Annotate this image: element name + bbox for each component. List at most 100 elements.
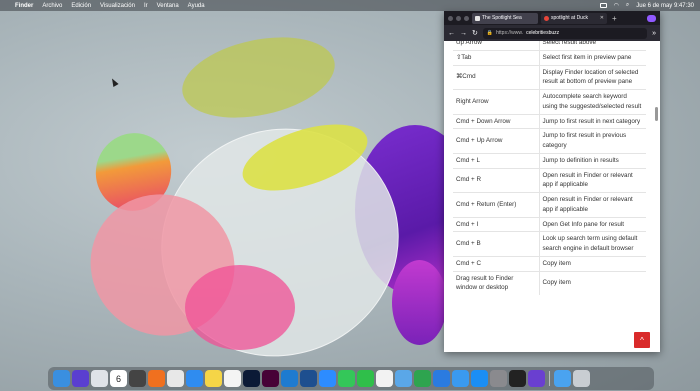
dock-xd-icon[interactable] bbox=[262, 370, 279, 387]
shortcut-description: Open Get Info pane for result bbox=[538, 216, 646, 232]
dock-notes-icon[interactable] bbox=[205, 370, 222, 387]
shortcut-key: Cmd + L bbox=[453, 152, 539, 168]
spotlight-icon[interactable]: ⌕ bbox=[626, 2, 629, 9]
dock-imovie-icon[interactable] bbox=[528, 370, 545, 387]
battery-icon[interactable] bbox=[599, 3, 607, 8]
shortcut-key: Right Arrow bbox=[453, 89, 539, 114]
tab-spotlight-search[interactable]: The Spotlight Sea bbox=[472, 12, 538, 24]
scrollbar-thumb[interactable] bbox=[655, 107, 658, 121]
shortcut-key: ⇧Tab bbox=[453, 49, 539, 65]
dock-mail-icon[interactable] bbox=[452, 370, 469, 387]
shortcut-description: Jump to first result in previous categor… bbox=[538, 128, 646, 154]
dock-numbers-icon[interactable] bbox=[414, 370, 431, 387]
shortcut-description: Look up search term using default search… bbox=[538, 231, 646, 257]
dock-facetime-icon[interactable] bbox=[357, 370, 374, 387]
status-area: ◠ ⌕ Jue 6 de may 9:47:30 bbox=[599, 2, 694, 9]
dock-app-store-icon[interactable] bbox=[471, 370, 488, 387]
menu-visualizacion[interactable]: Visualización bbox=[100, 3, 135, 9]
shortcut-key: Cmd + R bbox=[453, 167, 539, 193]
shortcut-description: Copy item bbox=[538, 255, 646, 271]
dock-safari-icon[interactable] bbox=[186, 370, 203, 387]
table-row: Cmd + R Open result in Finder or relevant… bbox=[453, 167, 646, 193]
dock-downloads-icon[interactable] bbox=[554, 370, 571, 387]
tab-duckduckgo[interactable]: spotlight at Duck ✕ bbox=[541, 12, 607, 24]
table-row: Cmd + C Copy item bbox=[453, 255, 646, 271]
dock-system-preferences-icon[interactable] bbox=[490, 370, 507, 387]
menu-archivo[interactable]: Archivo bbox=[42, 3, 62, 9]
arrow-up-icon: ^ bbox=[640, 335, 644, 345]
dock-finder-icon[interactable] bbox=[53, 370, 70, 387]
shortcuts-table: Up Arrow Select result above ⇧Tab Select fi… bbox=[453, 41, 646, 295]
shortcut-description: Open result in Finder or relevant app if… bbox=[538, 192, 646, 217]
zoom-window-button[interactable] bbox=[464, 15, 469, 21]
page-content: Up Arrow Select result above ⇧Tab Select fi… bbox=[444, 41, 660, 352]
url-host: celebritiesbuzz bbox=[526, 30, 560, 36]
forward-arrow-icon[interactable]: → bbox=[460, 30, 467, 37]
overflow-menu-icon[interactable]: » bbox=[652, 30, 656, 37]
dock-photoshop-icon[interactable] bbox=[243, 370, 260, 387]
back-to-top-button[interactable]: ^ bbox=[634, 332, 650, 348]
dock-reminders-icon[interactable] bbox=[224, 370, 241, 387]
shortcut-description: Copy item bbox=[538, 270, 646, 295]
wallpaper-disc-yellow bbox=[174, 24, 343, 131]
menu-edicion[interactable]: Edición bbox=[71, 3, 91, 9]
dock-calendar-icon[interactable]: 6 bbox=[110, 370, 127, 387]
site-favicon-icon bbox=[475, 15, 480, 21]
close-window-button[interactable] bbox=[448, 15, 453, 21]
shortcut-key: Cmd + Up Arrow bbox=[453, 128, 539, 154]
menu-ayuda[interactable]: Ayuda bbox=[188, 3, 205, 9]
shortcut-key: Cmd + B bbox=[453, 231, 539, 257]
close-tab-icon[interactable]: ✕ bbox=[600, 15, 604, 21]
minimize-window-button[interactable] bbox=[456, 15, 461, 21]
dock-trash-icon[interactable] bbox=[573, 370, 590, 387]
table-row: Cmd + Up Arrow Jump to first result in pr… bbox=[453, 128, 646, 154]
dock-terminal-icon[interactable] bbox=[509, 370, 526, 387]
wallpaper-disc-violet bbox=[392, 260, 447, 345]
table-row: Cmd + Return (Enter) Open result in Finde… bbox=[453, 192, 646, 217]
url-bar[interactable]: 🔒 https://www. celebritiesbuzz bbox=[482, 27, 648, 39]
shortcut-key: Cmd + I bbox=[453, 216, 539, 232]
tab-label: spotlight at Duck bbox=[551, 15, 588, 21]
table-row: Right Arrow Autocomplete search keyword u… bbox=[453, 89, 646, 114]
dock-siri-icon[interactable] bbox=[72, 370, 89, 387]
dock-chrome-icon[interactable] bbox=[167, 370, 184, 387]
dock-zoom-icon[interactable] bbox=[319, 370, 336, 387]
shortcut-description: Select first item in preview pane bbox=[538, 49, 646, 65]
shortcut-description: Jump to first result in next category bbox=[538, 113, 646, 129]
dock-messages-icon[interactable] bbox=[338, 370, 355, 387]
back-arrow-icon[interactable]: ← bbox=[448, 30, 455, 37]
shortcut-description: Jump to definition in results bbox=[538, 152, 646, 168]
dock-vscode-icon[interactable] bbox=[281, 370, 298, 387]
shortcut-key: Up Arrow bbox=[453, 41, 539, 51]
firefox-window: The Spotlight Sea spotlight at Duck ✕ + … bbox=[444, 11, 660, 352]
new-tab-icon[interactable]: + bbox=[612, 14, 617, 23]
shortcut-key: Drag result to Finder window or desktop bbox=[453, 270, 539, 295]
dock-virtualbox-icon[interactable] bbox=[300, 370, 317, 387]
table-row: Up Arrow Select result above bbox=[453, 41, 646, 51]
wifi-icon[interactable]: ◠ bbox=[614, 2, 619, 9]
menubar-clock[interactable]: Jue 6 de may 9:47:30 bbox=[636, 3, 694, 9]
tab-label: The Spotlight Sea bbox=[482, 15, 522, 21]
table-row: Cmd + B Look up search term using default… bbox=[453, 231, 646, 257]
menu-ir[interactable]: Ir bbox=[144, 3, 148, 9]
extension-icon[interactable] bbox=[647, 14, 656, 22]
dock-calculator-icon[interactable] bbox=[129, 370, 146, 387]
dock-keynote-icon[interactable] bbox=[433, 370, 450, 387]
dock-firefox-icon[interactable] bbox=[148, 370, 165, 387]
shortcut-description: Autocomplete search keyword using the su… bbox=[538, 89, 646, 114]
wallpaper-disc-magenta bbox=[185, 265, 295, 350]
table-row: Cmd + Down Arrow Jump to first result in … bbox=[453, 113, 646, 129]
dock-preview-icon[interactable] bbox=[395, 370, 412, 387]
browser-tab-strip: The Spotlight Sea spotlight at Duck ✕ + bbox=[444, 11, 660, 25]
shortcut-description: Open result in Finder or relevant app if… bbox=[538, 167, 646, 193]
duckduckgo-favicon-icon bbox=[544, 15, 549, 21]
menu-app-name[interactable]: Finder bbox=[15, 3, 33, 9]
reload-icon[interactable]: ↻ bbox=[472, 29, 478, 37]
dock-launchpad-icon[interactable] bbox=[91, 370, 108, 387]
table-row: ⇧Tab Select first item in preview pane bbox=[453, 49, 646, 65]
shortcut-key: Cmd + Down Arrow bbox=[453, 113, 539, 129]
table-row: ⌘Cmd Display Finder location of selected … bbox=[453, 64, 646, 90]
menu-ventana[interactable]: Ventana bbox=[157, 3, 179, 9]
dock-photos-icon[interactable] bbox=[376, 370, 393, 387]
browser-nav-bar: ← → ↻ 🔒 https://www. celebritiesbuzz » bbox=[444, 25, 660, 41]
